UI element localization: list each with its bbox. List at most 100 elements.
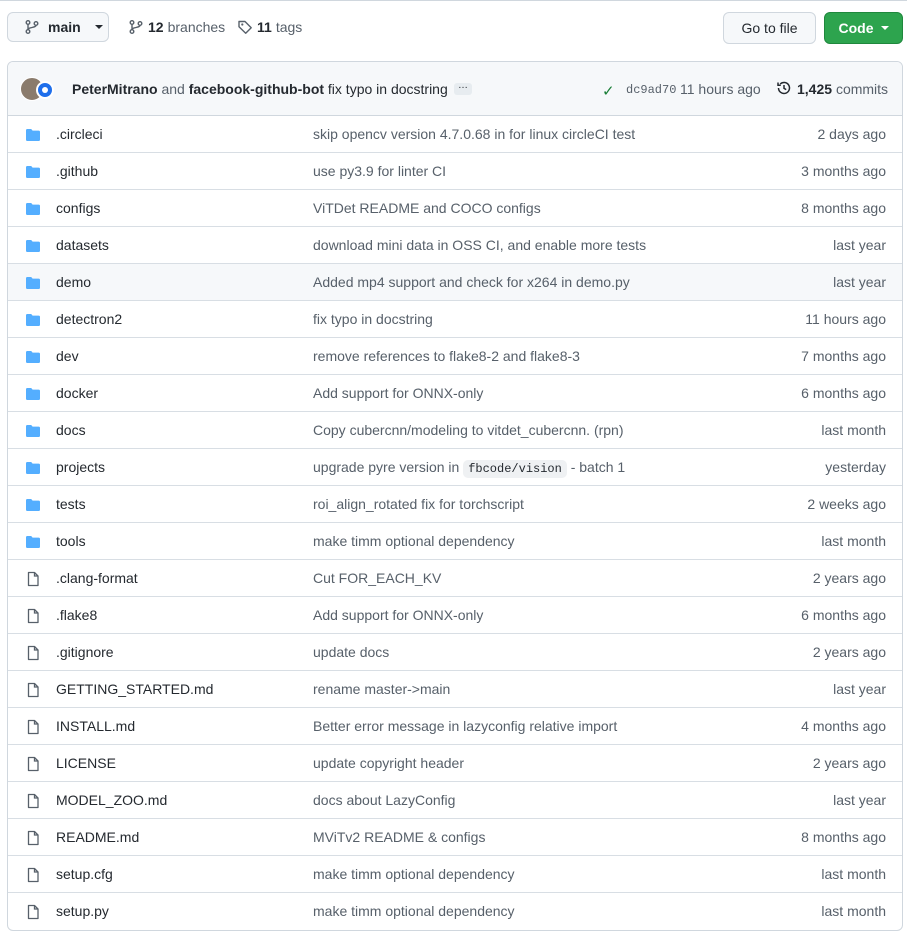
file-name-link[interactable]: LICENSE: [56, 755, 116, 771]
file-name-link[interactable]: projects: [56, 459, 105, 475]
file-row[interactable]: docs Copy cubercnn/modeling to vitdet_cub…: [8, 411, 902, 448]
file-name-link[interactable]: .gitignore: [56, 644, 114, 660]
bot-avatar[interactable]: [36, 81, 54, 99]
file-row[interactable]: MODEL_ZOO.md docs about LazyConfig last ye…: [8, 781, 902, 818]
commit-message-link[interactable]: make timm optional dependency: [313, 866, 515, 882]
commit-message-link[interactable]: upgrade pyre version in fbcode/vision - …: [313, 459, 625, 478]
file-row[interactable]: .circleci skip opencv version 4.7.0.68 in…: [8, 116, 902, 152]
commit-age: 2 years ago: [812, 644, 886, 660]
commit-message-link[interactable]: Better error message in lazyconfig relat…: [313, 718, 617, 734]
file-name-link[interactable]: demo: [56, 274, 91, 290]
commit-age: yesterday: [825, 459, 886, 475]
commit-message-link[interactable]: Added mp4 support and check for x264 in …: [313, 274, 630, 290]
commit-message-link[interactable]: Add support for ONNX-only: [313, 607, 483, 623]
file-row[interactable]: .github use py3.9 for linter CI 3 months a…: [8, 152, 902, 189]
commit-message-text: upgrade pyre version in: [313, 459, 460, 475]
commit-message-link[interactable]: fix typo in docstring: [313, 311, 433, 327]
expand-commit-button[interactable]: …: [454, 81, 472, 95]
commit-message-link[interactable]: fix typo in docstring: [328, 81, 448, 97]
file-name-link[interactable]: GETTING_STARTED.md: [56, 681, 213, 697]
check-icon[interactable]: ✓: [602, 82, 615, 100]
commit-age: 8 months ago: [801, 829, 886, 845]
commit-coauthor-link[interactable]: facebook-github-bot: [189, 81, 324, 97]
commit-message-link[interactable]: Copy cubercnn/modeling to vitdet_cubercn…: [313, 422, 624, 438]
file-name-link[interactable]: .clang-format: [56, 570, 138, 586]
commit-message-link[interactable]: Cut FOR_EACH_KV: [313, 570, 441, 586]
go-to-file-button[interactable]: Go to file: [723, 12, 816, 44]
file-name-link[interactable]: docker: [56, 385, 98, 401]
file-name-link[interactable]: .github: [56, 163, 98, 179]
file-name-link[interactable]: dev: [56, 348, 79, 364]
branches-link[interactable]: 12 branches: [128, 19, 225, 35]
file-name-link[interactable]: .circleci: [56, 126, 103, 142]
file-row[interactable]: datasets download mini data in OSS CI, an…: [8, 226, 902, 263]
file-name-link[interactable]: .flake8: [56, 607, 97, 623]
file-row[interactable]: dev remove references to flake8-2 and fla…: [8, 337, 902, 374]
file-row[interactable]: .flake8 Add support for ONNX-only 6 months…: [8, 596, 902, 633]
file-name-link[interactable]: docs: [56, 422, 86, 438]
git-branch-icon: [25, 20, 39, 34]
file-name-link[interactable]: INSTALL.md: [56, 718, 135, 734]
file-list: .circleci skip opencv version 4.7.0.68 in…: [8, 116, 902, 929]
file-row[interactable]: projects upgrade pyre version in fbcode/v…: [8, 448, 902, 485]
commit-message-link[interactable]: Add support for ONNX-only: [313, 385, 483, 401]
file-row[interactable]: README.md MViTv2 README & configs 8 months…: [8, 818, 902, 855]
file-name-link[interactable]: detectron2: [56, 311, 122, 327]
tags-count: 11: [257, 19, 272, 35]
folder-icon: [25, 238, 41, 257]
file-row[interactable]: configs ViTDet README and COCO configs 8 m…: [8, 189, 902, 226]
file-row[interactable]: detectron2 fix typo in docstring 11 hours …: [8, 300, 902, 337]
file-row[interactable]: tests roi_align_rotated fix for torchscri…: [8, 485, 902, 522]
file-name-link[interactable]: MODEL_ZOO.md: [56, 792, 167, 808]
commit-author-link[interactable]: PeterMitrano: [72, 81, 158, 97]
commit-age: 3 months ago: [801, 163, 886, 179]
commit-message-link[interactable]: update docs: [313, 644, 389, 660]
file-row[interactable]: demo Added mp4 support and check for x264…: [8, 263, 902, 300]
file-row[interactable]: .gitignore update docs 2 years ago: [8, 633, 902, 670]
commit-age: last month: [821, 422, 886, 438]
commit-message-link[interactable]: use py3.9 for linter CI: [313, 163, 446, 179]
commit-message-link[interactable]: ViTDet README and COCO configs: [313, 200, 541, 216]
file-name-link[interactable]: tools: [56, 533, 86, 549]
file-name-link[interactable]: setup.py: [56, 903, 109, 919]
folder-icon: [25, 312, 41, 331]
file-row[interactable]: docker Add support for ONNX-only 6 months …: [8, 374, 902, 411]
commit-message-link[interactable]: download mini data in OSS CI, and enable…: [313, 237, 646, 253]
commits-link[interactable]: 1,425 commits: [797, 81, 888, 97]
commit-message-link[interactable]: remove references to flake8-2 and flake8…: [313, 348, 580, 364]
commit-sha-link[interactable]: dc9ad70: [626, 83, 676, 97]
tags-link[interactable]: 11 tags: [237, 19, 302, 35]
commit-message-link[interactable]: make timm optional dependency: [313, 903, 515, 919]
file-name-link[interactable]: setup.cfg: [56, 866, 113, 882]
commit-message-link[interactable]: docs about LazyConfig: [313, 792, 455, 808]
file-icon: [25, 608, 41, 627]
commits-label: commits: [835, 81, 889, 97]
commits-count: 1,425: [797, 81, 833, 97]
commit-summary: PeterMitrano and facebook-github-bot fix…: [72, 81, 448, 97]
file-row[interactable]: setup.cfg make timm optional dependency la…: [8, 855, 902, 892]
commit-age: 7 months ago: [801, 348, 886, 364]
file-row[interactable]: LICENSE update copyright header 2 years ag…: [8, 744, 902, 781]
file-name-link[interactable]: datasets: [56, 237, 109, 253]
file-row[interactable]: setup.py make timm optional dependency las…: [8, 892, 902, 929]
commit-message-link[interactable]: MViTv2 README & configs: [313, 829, 485, 845]
commit-message-link[interactable]: roi_align_rotated fix for torchscript: [313, 496, 524, 512]
file-row[interactable]: INSTALL.md Better error message in lazyco…: [8, 707, 902, 744]
file-name-link[interactable]: configs: [56, 200, 100, 216]
file-icon: [25, 904, 41, 923]
file-row[interactable]: tools make timm optional dependency last m…: [8, 522, 902, 559]
commit-message-link[interactable]: rename master->main: [313, 681, 450, 697]
commit-message-link[interactable]: make timm optional dependency: [313, 533, 515, 549]
file-row[interactable]: GETTING_STARTED.md rename master->main las…: [8, 670, 902, 707]
top-divider: [0, 0, 907, 5]
file-name-link[interactable]: README.md: [56, 829, 139, 845]
file-row[interactable]: .clang-format Cut FOR_EACH_KV 2 years ago: [8, 559, 902, 596]
commit-message-link[interactable]: update copyright header: [313, 755, 464, 771]
file-browser: PeterMitrano and facebook-github-bot fix…: [7, 61, 903, 931]
code-button[interactable]: Code: [824, 12, 903, 44]
commit-avatars[interactable]: [20, 77, 54, 101]
commit-message-link[interactable]: skip opencv version 4.7.0.68 in for linu…: [313, 126, 635, 142]
file-name-link[interactable]: tests: [56, 496, 86, 512]
file-icon: [25, 719, 41, 738]
branch-selector-button[interactable]: main: [7, 12, 109, 42]
